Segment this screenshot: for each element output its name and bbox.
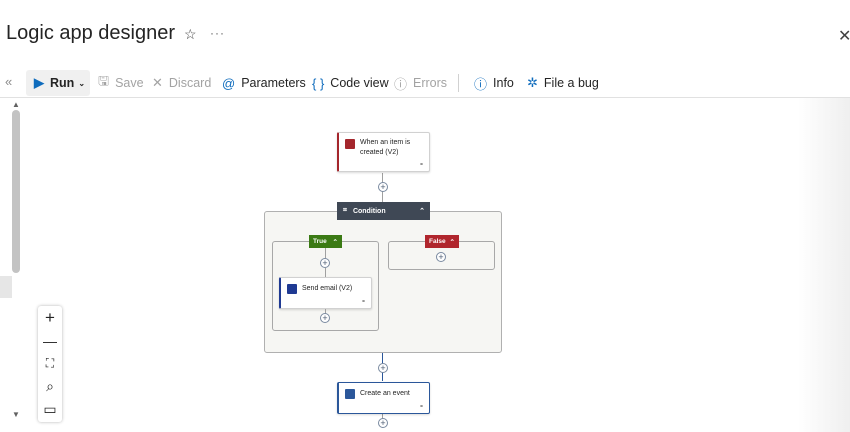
fit-view-icon[interactable]: ⛶ [38,352,62,374]
false-label: False [429,238,446,245]
page-title: Logic app designer [6,22,176,44]
trigger-card[interactable]: When an item is created (V2) ⚭ [337,132,430,172]
canvas-edge-shadow [798,98,850,432]
search-icon[interactable]: ⌕ [38,375,62,397]
zoom-controls: + — ⛶ ⌕ ▭ [38,306,62,422]
toolbar: ▶ Run ⌄ 🖫 Save ✕ Discard @ Parameters { … [0,68,850,98]
vertical-scrollbar[interactable] [12,110,20,273]
errors-button[interactable]: ⓘ Errors [394,70,447,96]
create-event-label: Create an event [360,390,410,397]
save-button[interactable]: 🖫 Save [98,70,144,96]
chevron-up-icon: ⌃ [332,238,338,246]
create-event-card[interactable]: Create an event ⚭ [337,382,430,414]
link-icon: ⚭ [418,162,424,168]
parameters-label: Parameters [241,76,306,90]
add-step-plus-icon[interactable]: + [320,313,330,323]
star-icon[interactable]: ☆ [184,26,197,43]
outlook-icon [287,284,297,294]
add-step-plus-icon[interactable]: + [378,182,388,192]
condition-header[interactable]: ⌗ Condition ⌃ [337,202,430,220]
run-label: Run [50,76,75,90]
minimap-icon[interactable]: ▭ [38,398,62,420]
condition-label: Condition [352,207,386,215]
more-options-icon[interactable]: ··· [210,26,225,40]
toolbar-divider [458,74,459,92]
scroll-up-arrow-icon[interactable]: ▲ [12,100,20,109]
calendar-icon [345,389,355,399]
add-step-plus-icon[interactable]: + [320,258,330,268]
run-button[interactable]: ▶ Run ⌄ [26,70,90,96]
add-step-plus-icon[interactable]: + [378,363,388,373]
true-label: True [313,238,327,245]
condition-icon: ⌗ [343,207,347,214]
save-icon: 🖫 [98,73,110,88]
chevron-down-icon: ⌄ [78,78,86,88]
discard-label: Discard [168,76,212,90]
discard-button[interactable]: ✕ Discard [152,70,211,96]
true-branch-header[interactable]: True ⌃ [309,235,342,248]
close-icon[interactable]: ✕ [838,26,850,46]
play-icon: ▶ [34,75,44,90]
logic-app-designer-page: Logic app designer ☆ ··· ✕ « ▶ Run ⌄ 🖫 S… [0,0,850,432]
code-view-button[interactable]: { } Code view [312,70,389,96]
code-icon: { } [312,75,325,91]
sharepoint-icon [345,139,355,149]
save-label: Save [115,76,144,90]
add-step-plus-icon[interactable]: + [436,252,446,262]
info-label: Info [493,76,514,90]
send-email-card[interactable]: Send email (V2) ⚭ [279,277,372,309]
info-icon: ⓘ [474,76,488,92]
parameters-icon: @ [222,75,236,91]
parameters-button[interactable]: @ Parameters [222,70,306,96]
code-view-label: Code view [330,76,389,90]
file-bug-label: File a bug [543,76,599,90]
zoom-out-button[interactable]: — [38,330,62,352]
side-panel-tab[interactable] [0,276,12,298]
add-step-plus-icon[interactable]: + [378,418,388,428]
errors-label: Errors [413,76,448,90]
scroll-down-arrow-icon[interactable]: ▼ [12,410,20,419]
zoom-in-button[interactable]: + [38,307,62,329]
false-branch-header[interactable]: False ⌃ [425,235,459,248]
link-icon: ⚭ [360,299,366,305]
error-icon: ⓘ [394,76,408,92]
send-email-label: Send email (V2) [302,285,353,292]
chevron-up-icon: ⌃ [419,208,425,215]
chevron-up-icon: ⌃ [449,238,455,246]
link-icon: ⚭ [418,404,424,410]
discard-icon: ✕ [152,75,163,90]
designer-canvas[interactable]: ▲ ▼ When an item is created (V2) ⚭ + ⌗ C… [0,98,850,432]
file-bug-button[interactable]: ✲ File a bug [527,70,599,96]
bug-icon: ✲ [527,75,538,90]
trigger-label: When an item is created (V2) [360,139,411,156]
info-button[interactable]: ⓘ Info [474,70,514,96]
